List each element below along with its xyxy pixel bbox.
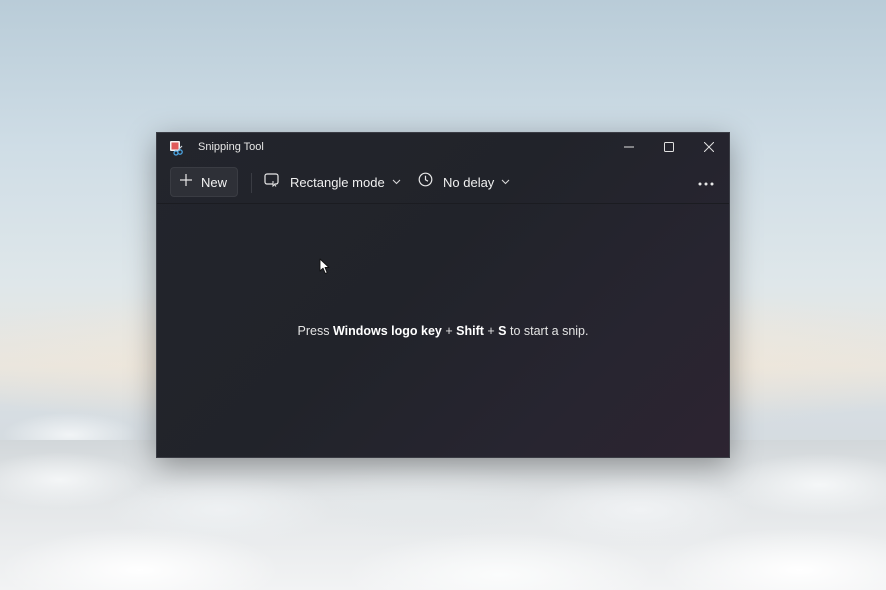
chevron-down-icon	[392, 179, 401, 185]
new-label: New	[201, 174, 228, 190]
title-bar[interactable]: Snipping Tool	[157, 133, 729, 163]
snipping-tool-icon	[169, 140, 185, 156]
hint-prefix: Press	[297, 324, 333, 338]
app-title: Snipping Tool	[198, 141, 264, 153]
delay-dropdown[interactable]: No delay	[418, 167, 510, 197]
hint-plus: +	[483, 324, 499, 338]
shortcut-hint: Press Windows logo key + Shift + S to st…	[157, 324, 729, 338]
toolbar: New Rectangle mode No delay	[157, 163, 729, 203]
minimize-icon	[624, 139, 634, 157]
mouse-pointer-icon	[319, 258, 330, 280]
hint-key-windows: Windows logo key	[332, 324, 442, 338]
delay-label: No delay	[443, 174, 495, 190]
more-options-button[interactable]	[691, 167, 721, 197]
close-button[interactable]	[689, 133, 729, 163]
close-icon	[703, 139, 715, 157]
snip-mode-label: Rectangle mode	[290, 174, 385, 190]
plus-icon	[180, 173, 192, 191]
hint-suffix: to start a snip.	[506, 324, 589, 338]
more-icon	[698, 173, 714, 191]
maximize-button[interactable]	[649, 133, 689, 163]
rectangle-mode-icon	[264, 172, 280, 192]
maximize-icon	[664, 139, 674, 157]
hint-key-shift: Shift	[456, 324, 484, 338]
snip-canvas-area: Press Windows logo key + Shift + S to st…	[157, 204, 729, 457]
snip-mode-dropdown[interactable]: Rectangle mode	[264, 167, 401, 197]
clock-icon	[418, 172, 433, 192]
chevron-down-icon	[501, 179, 510, 185]
hint-plus: +	[441, 324, 457, 338]
toolbar-separator	[251, 173, 252, 193]
cloud-sea	[0, 440, 886, 590]
hint-key-s: S	[498, 324, 507, 338]
minimize-button[interactable]	[609, 133, 649, 163]
snipping-tool-window: Snipping Tool New Rectangle mode No dela…	[156, 132, 730, 458]
new-snip-button[interactable]: New	[170, 167, 238, 197]
